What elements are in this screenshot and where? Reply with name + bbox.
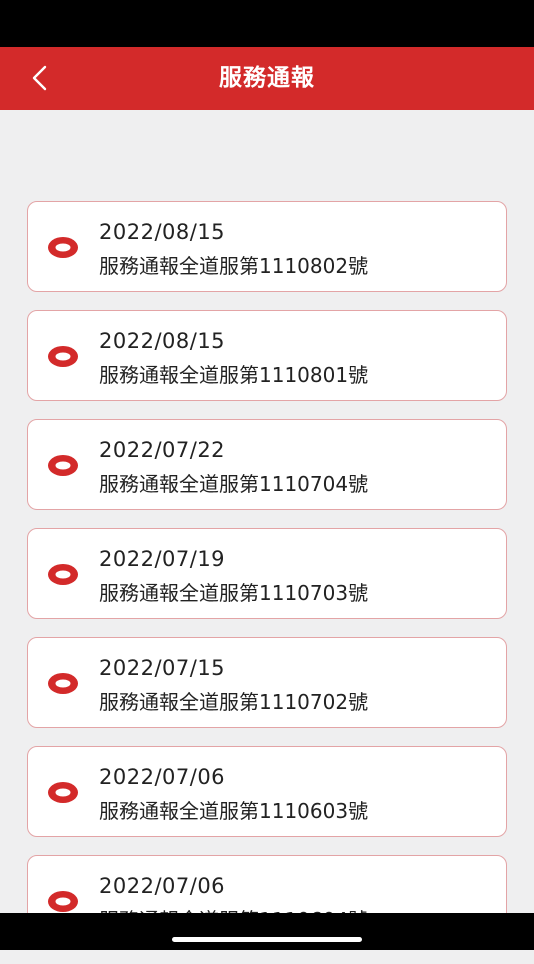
notice-date: 2022/07/22 bbox=[99, 438, 226, 462]
list-item[interactable]: 2022/07/19 服務通報全道服第1110703號 bbox=[27, 528, 507, 619]
bullet-icon bbox=[48, 782, 78, 803]
bullet-icon bbox=[48, 237, 78, 258]
bullet-icon bbox=[48, 891, 78, 912]
notice-title: 服務通報全道服第1110801號 bbox=[99, 363, 369, 387]
notice-title: 服務通報全道服第1110702號 bbox=[99, 690, 369, 714]
notice-date: 2022/08/15 bbox=[99, 329, 226, 353]
bottom-bar bbox=[0, 913, 534, 950]
status-bar bbox=[0, 0, 534, 47]
notice-date: 2022/07/06 bbox=[99, 765, 226, 789]
notice-date: 2022/07/06 bbox=[99, 874, 226, 898]
home-indicator[interactable] bbox=[172, 937, 362, 942]
bullet-icon bbox=[48, 455, 78, 476]
notice-title: 服務通報全道服第1110802號 bbox=[99, 254, 369, 278]
notice-title: 服務通報全道服第1110703號 bbox=[99, 581, 369, 605]
page-title: 服務通報 bbox=[219, 65, 315, 91]
list-item[interactable]: 2022/08/15 服務通報全道服第1110802號 bbox=[27, 201, 507, 292]
notice-date: 2022/08/15 bbox=[99, 220, 226, 244]
list-item[interactable]: 2022/08/15 服務通報全道服第1110801號 bbox=[27, 310, 507, 401]
list-item[interactable]: 2022/07/15 服務通報全道服第1110702號 bbox=[27, 637, 507, 728]
list-item[interactable]: 2022/07/06 服務通報全道服第1110603號 bbox=[27, 746, 507, 837]
notice-date: 2022/07/15 bbox=[99, 656, 226, 680]
bullet-icon bbox=[48, 673, 78, 694]
notice-title: 服務通報全道服第1110603號 bbox=[99, 799, 369, 823]
list-item[interactable]: 2022/07/22 服務通報全道服第1110704號 bbox=[27, 419, 507, 510]
notice-list[interactable]: 2022/08/15 服務通報全道服第1110802號 2022/08/15 服… bbox=[27, 201, 507, 964]
notice-title: 服務通報全道服第1110704號 bbox=[99, 472, 369, 496]
notice-date: 2022/07/19 bbox=[99, 547, 226, 571]
bullet-icon bbox=[48, 346, 78, 367]
nav-bar: 服務通報 bbox=[0, 47, 534, 110]
bullet-icon bbox=[48, 564, 78, 585]
